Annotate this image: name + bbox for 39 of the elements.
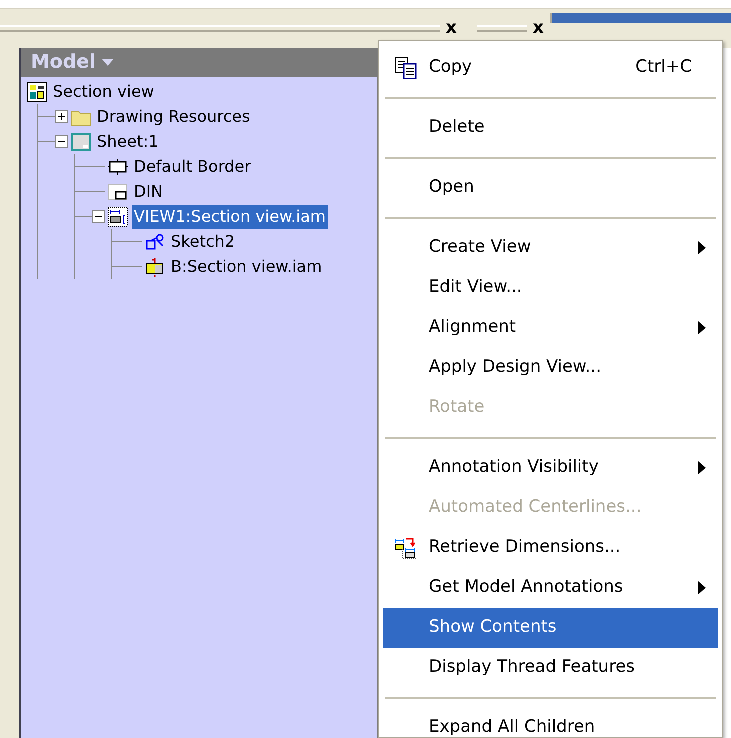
- tree-item[interactable]: Default Border: [132, 154, 254, 178]
- title-block-icon: [108, 182, 128, 202]
- menu-item[interactable]: Create View: [383, 228, 718, 268]
- copy-icon: [395, 57, 417, 79]
- menu-item[interactable]: Get Model Annotations: [383, 568, 718, 608]
- sheet-icon: [71, 132, 91, 152]
- tree-item[interactable]: DIN: [132, 180, 166, 204]
- shortcut-label: Ctrl+C: [636, 56, 692, 80]
- menu-item[interactable]: Edit View...: [383, 268, 718, 308]
- menu-item[interactable]: Expand All Children: [383, 708, 718, 737]
- menu-item[interactable]: Delete: [383, 108, 718, 148]
- menu-item[interactable]: Annotation Visibility: [383, 448, 718, 488]
- collapse-icon[interactable]: [92, 210, 105, 223]
- dropdown-caret-icon[interactable]: [102, 58, 114, 66]
- toolbar-gripper[interactable]: [0, 25, 440, 32]
- menu-item[interactable]: Show Contents: [383, 608, 718, 648]
- close-button[interactable]: x: [440, 20, 463, 37]
- menu-item[interactable]: Copy Ctrl+C: [383, 48, 718, 88]
- retrieve-dimensions-icon: [395, 537, 417, 559]
- expand-icon[interactable]: [55, 110, 68, 123]
- border-icon: [108, 156, 128, 176]
- sketch-icon: [145, 232, 165, 252]
- tree-item[interactable]: VIEW1:Section view.iam: [132, 204, 328, 228]
- tree-item[interactable]: B:Section view.iam: [169, 254, 324, 278]
- toolbar-gripper[interactable]: [476, 25, 527, 32]
- menu-item[interactable]: Apply Design View...: [383, 348, 718, 388]
- menu-item[interactable]: Display Thread Features: [383, 648, 718, 688]
- close-button[interactable]: x: [526, 20, 550, 37]
- view-icon: [108, 206, 128, 226]
- component-icon: [145, 256, 165, 276]
- menu-item[interactable]: Retrieve Dimensions...: [383, 528, 718, 568]
- menu-item[interactable]: Alignment: [383, 308, 718, 348]
- tree-item[interactable]: Section view: [51, 80, 156, 104]
- tree-item[interactable]: Sheet:1: [95, 130, 161, 154]
- document-icon: [27, 82, 47, 102]
- menu-item[interactable]: Open: [383, 168, 718, 208]
- tree-item[interactable]: Sketch2: [169, 230, 238, 254]
- tree-item[interactable]: Drawing Resources: [95, 104, 252, 128]
- collapse-icon[interactable]: [55, 135, 68, 148]
